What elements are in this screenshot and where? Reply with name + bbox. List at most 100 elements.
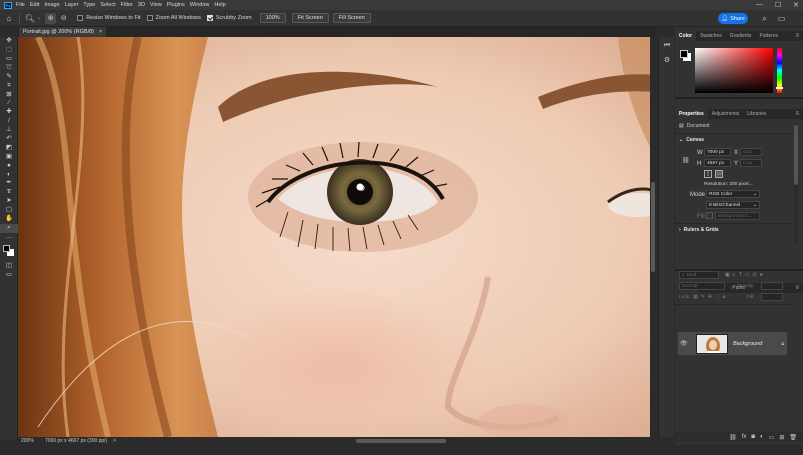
blur-tool-icon[interactable]: ● bbox=[0, 161, 18, 170]
link-icon[interactable]: ⛓ bbox=[682, 157, 690, 164]
vertical-scrollbar[interactable] bbox=[650, 37, 656, 437]
tab-channels[interactable]: Channels bbox=[699, 283, 728, 293]
history-icon[interactable]: ⏮ bbox=[659, 39, 675, 53]
screen-mode-icon[interactable]: ▭ bbox=[0, 270, 18, 279]
lasso-tool-icon[interactable]: ➰ bbox=[0, 64, 18, 73]
x-field[interactable]: 0 px bbox=[740, 148, 762, 156]
zoom-tool-icon[interactable]: ⌕ bbox=[0, 223, 18, 233]
foreground-color-swatch[interactable] bbox=[3, 245, 10, 253]
status-zoom[interactable]: 200% bbox=[21, 438, 45, 444]
eye-visibility-icon[interactable]: 👁︎ bbox=[680, 340, 688, 347]
menu-file[interactable]: File bbox=[16, 2, 25, 8]
delete-layer-icon[interactable]: 🗑︎ bbox=[789, 434, 797, 441]
bit-depth-select[interactable]: 8 Bits/Channel ⌄ bbox=[706, 201, 760, 209]
tab-swatches[interactable]: Swatches bbox=[696, 31, 726, 41]
lock-icons[interactable]: ▦✎✥⬚🔒︎ bbox=[693, 294, 729, 300]
panel-menu-icon[interactable]: ≡ bbox=[795, 111, 799, 117]
menu-layer[interactable]: Layer bbox=[65, 2, 79, 8]
brush-tool-icon[interactable]: / bbox=[0, 117, 18, 126]
tab-properties[interactable]: Properties bbox=[675, 109, 708, 119]
healing-brush-tool-icon[interactable]: ✚ bbox=[0, 108, 18, 117]
menu-type[interactable]: Type bbox=[83, 2, 95, 8]
close-window-icon[interactable]: ✕ bbox=[793, 1, 799, 9]
panel-menu-icon[interactable]: ≡ bbox=[795, 285, 799, 291]
adjustment-layer-icon[interactable]: ◐ bbox=[760, 434, 764, 440]
lock-icon[interactable]: 🔒︎ bbox=[781, 341, 784, 347]
zoom-100-button[interactable]: 100% bbox=[259, 13, 286, 23]
home-icon[interactable]: ⌂ bbox=[2, 12, 16, 24]
mode-select[interactable]: RGB Color ⌄ bbox=[706, 190, 760, 198]
pen-tool-icon[interactable]: ✒ bbox=[0, 179, 18, 188]
crop-tool-icon[interactable]: ⌗ bbox=[0, 81, 18, 90]
width-field[interactable]: 7000 px bbox=[704, 148, 731, 156]
workspace-icon[interactable]: ▭ bbox=[776, 13, 787, 24]
group-icon[interactable]: ▭ bbox=[769, 434, 775, 441]
layer-row-background[interactable]: 👁︎ Background 🔒︎ bbox=[678, 332, 787, 355]
type-tool-icon[interactable]: T bbox=[0, 188, 18, 197]
layer-kind-filter[interactable]: ⌕ Kind bbox=[679, 271, 719, 279]
new-layer-icon[interactable]: ⊞ bbox=[779, 434, 784, 441]
layer-mask-icon[interactable]: ◙ bbox=[751, 434, 755, 440]
color-picker-field[interactable] bbox=[695, 48, 773, 93]
layer-style-icon[interactable]: fx bbox=[742, 434, 747, 440]
menu-edit[interactable]: Edit bbox=[30, 2, 39, 8]
hue-slider-marker[interactable] bbox=[776, 87, 783, 89]
menu-plugins[interactable]: Plugins bbox=[167, 2, 185, 8]
menu-help[interactable]: Help bbox=[214, 2, 225, 8]
menu-select[interactable]: Select bbox=[100, 2, 115, 8]
zoom-out-icon[interactable]: ⊖ bbox=[58, 13, 69, 24]
marquee-tool-icon[interactable]: ▭ bbox=[0, 55, 18, 64]
expand-chevron-icon[interactable]: › bbox=[679, 227, 681, 233]
chevron-down-icon[interactable]: ⌄ bbox=[37, 15, 41, 21]
tab-libraries[interactable]: Libraries bbox=[743, 109, 770, 119]
fit-screen-button[interactable]: Fit Screen bbox=[291, 13, 329, 23]
path-selection-tool-icon[interactable]: ➤ bbox=[0, 197, 18, 206]
eyedropper-tool-icon[interactable]: ⁄ bbox=[0, 99, 18, 108]
document-canvas[interactable] bbox=[18, 37, 656, 437]
zoom-tool-preset-icon[interactable]: 🔍︎ bbox=[23, 12, 37, 24]
color-swatches[interactable] bbox=[0, 241, 17, 261]
fill-select[interactable]: Background C... bbox=[715, 212, 760, 220]
resize-windows-checkbox[interactable] bbox=[77, 15, 84, 21]
height-field[interactable]: 4667 px bbox=[704, 159, 731, 167]
menu-view[interactable]: View bbox=[150, 2, 162, 8]
vertical-scroll-thumb[interactable] bbox=[651, 182, 655, 272]
orientation-landscape-icon[interactable]: ▭ bbox=[715, 170, 723, 178]
frame-tool-icon[interactable]: ⊠ bbox=[0, 90, 18, 99]
link-layers-icon[interactable]: ⛓ bbox=[729, 434, 737, 441]
menu-filter[interactable]: Filter bbox=[121, 2, 133, 8]
adjust-icon[interactable]: ⚙ bbox=[659, 53, 675, 67]
eraser-tool-icon[interactable]: ◩ bbox=[0, 144, 18, 153]
quick-mask-icon[interactable]: ◫ bbox=[0, 261, 18, 270]
maximize-icon[interactable]: ☐ bbox=[775, 1, 781, 9]
history-brush-tool-icon[interactable]: ↶ bbox=[0, 135, 18, 144]
share-button[interactable]: 👤︎ Share bbox=[718, 13, 748, 24]
tab-adjustments[interactable]: Adjustments bbox=[708, 109, 744, 119]
tab-color[interactable]: Color bbox=[675, 31, 697, 41]
document-tab[interactable]: Portrait.jpg @ 200% (RGB/8) × bbox=[19, 27, 107, 37]
menu-3d[interactable]: 3D bbox=[138, 2, 145, 8]
hand-tool-icon[interactable]: ✋ bbox=[0, 215, 18, 224]
close-tab-icon[interactable]: × bbox=[99, 29, 102, 35]
clone-stamp-tool-icon[interactable]: ⊥ bbox=[0, 126, 18, 135]
tab-patterns[interactable]: Patterns bbox=[755, 31, 782, 41]
fill-opacity-field[interactable] bbox=[761, 293, 783, 301]
filter-icons[interactable]: ▣◐T▭⊡● bbox=[725, 272, 766, 278]
scrubby-zoom-checkbox[interactable] bbox=[206, 15, 213, 21]
orientation-portrait-icon[interactable]: ▯ bbox=[704, 170, 712, 178]
gradient-tool-icon[interactable]: ▣ bbox=[0, 153, 18, 162]
properties-scrollbar[interactable] bbox=[794, 123, 798, 243]
horizontal-scroll-thumb[interactable] bbox=[356, 439, 446, 443]
tab-layers[interactable]: Layers bbox=[675, 283, 700, 293]
quick-selection-tool-icon[interactable]: ✎ bbox=[0, 73, 18, 82]
fill-color-chip[interactable] bbox=[706, 212, 713, 219]
search-icon[interactable]: ⌕ bbox=[759, 13, 770, 24]
move-tool-icon[interactable]: ✥ bbox=[0, 37, 18, 46]
collapse-chevron-icon[interactable]: ⌄ bbox=[679, 137, 683, 143]
zoom-all-windows-checkbox[interactable] bbox=[146, 15, 153, 21]
menu-image[interactable]: Image bbox=[44, 2, 59, 8]
layer-name[interactable]: Background bbox=[733, 341, 762, 347]
y-field[interactable]: 0 px bbox=[740, 159, 762, 167]
artboard-tool-icon[interactable]: ⬚ bbox=[0, 46, 18, 55]
zoom-in-icon[interactable]: ⊕ bbox=[45, 12, 57, 24]
